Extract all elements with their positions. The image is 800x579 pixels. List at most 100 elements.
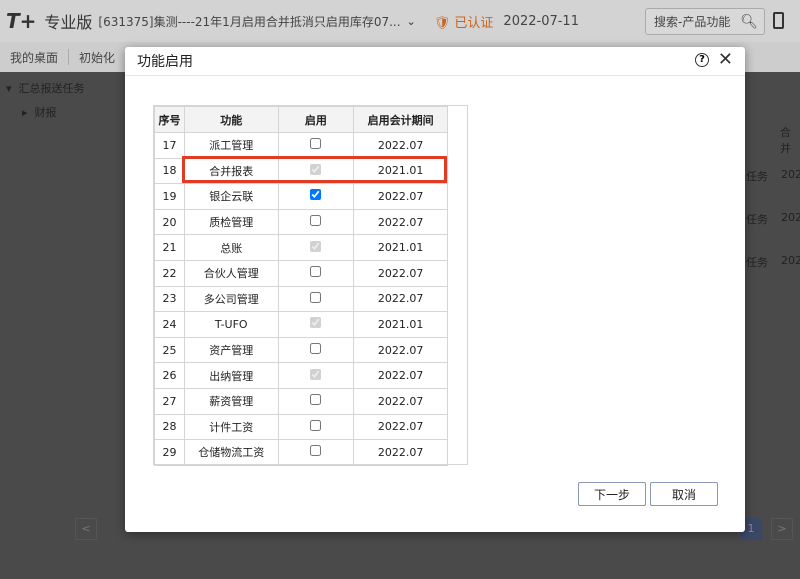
tree-label: 汇总报送任务 <box>18 82 85 95</box>
row-feature: T-UFO <box>183 311 279 338</box>
enable-checkbox[interactable] <box>310 189 322 201</box>
row-period: 2022.07 <box>353 439 448 466</box>
row-no: 21 <box>154 234 185 261</box>
row-period: 2022.07 <box>353 336 448 364</box>
tree-item[interactable]: ▸ 财报 <box>22 104 85 120</box>
app-logo: T+ <box>6 9 37 33</box>
row-enabled-cell <box>277 387 355 415</box>
row-no: 23 <box>154 285 185 313</box>
row-period: 2022.07 <box>353 208 448 236</box>
row-feature: 总账 <box>183 234 279 261</box>
table-row: 28 计件工资 2022.07 <box>154 413 448 441</box>
row-no: 28 <box>154 413 185 441</box>
search-input[interactable]: 搜索-产品功能 🔍︎ <box>645 8 765 35</box>
row-feature: 银企云联 <box>183 183 279 210</box>
table-row: 19 银企云联 2022.07 <box>154 183 448 210</box>
chevron-down-icon[interactable]: ⌄ <box>407 15 416 28</box>
table-row: 17 派工管理 2022.07 <box>154 132 448 159</box>
enable-checkbox[interactable] <box>310 419 322 431</box>
bg-cell: 2022 <box>781 254 800 267</box>
enable-checkbox <box>310 240 322 252</box>
enable-checkbox[interactable] <box>310 266 322 278</box>
row-period: 2022.07 <box>353 132 448 159</box>
search-icon[interactable]: 🔍︎ <box>740 14 758 30</box>
close-icon[interactable]: ✕ <box>718 49 733 70</box>
table-row: 26 出纳管理 2022.07 <box>154 362 448 389</box>
enable-checkbox[interactable] <box>310 215 322 227</box>
row-no: 22 <box>154 259 185 287</box>
enable-checkbox <box>310 368 322 380</box>
table-row: 27 薪资管理 2022.07 <box>154 387 448 415</box>
row-feature: 资产管理 <box>183 336 279 364</box>
table-row: 23 多公司管理 2022.07 <box>154 285 448 313</box>
tab-desktop[interactable]: 我的桌面 <box>0 49 68 66</box>
enable-checkbox <box>310 317 322 329</box>
tree-label: 财报 <box>34 106 57 119</box>
enable-checkbox[interactable] <box>310 445 322 457</box>
row-enabled-cell <box>277 285 355 313</box>
search-placeholder: 搜索-产品功能 <box>654 15 731 29</box>
row-no: 17 <box>154 132 185 159</box>
row-feature: 计件工资 <box>183 413 279 441</box>
edition-label: 专业版 <box>44 13 93 32</box>
row-enabled-cell <box>277 208 355 236</box>
row-enabled-cell <box>277 362 355 389</box>
phone-icon[interactable] <box>773 12 784 29</box>
row-enabled-cell <box>277 413 355 441</box>
bg-cell: 2022 <box>781 211 800 224</box>
tree-item[interactable]: ▾ 汇总报送任务 <box>6 80 85 96</box>
bg-cell: 任务 <box>746 213 768 226</box>
table-row: 25 资产管理 2022.07 <box>154 336 448 364</box>
row-no: 26 <box>154 362 185 389</box>
enable-checkbox[interactable] <box>310 291 322 303</box>
row-no: 20 <box>154 208 185 236</box>
enable-checkbox[interactable] <box>310 343 322 355</box>
row-enabled-cell <box>277 439 355 466</box>
top-bar: T+ 专业版 [631375]集测----21年1月启用合并抵消只启用库存07.… <box>0 0 800 42</box>
feature-enable-dialog: 功能启用 ? ✕ 序号 功能 启用 启用会计期间 17 派工管理 2022.07… <box>125 47 745 532</box>
row-feature: 仓储物流工资 <box>183 439 279 466</box>
row-feature: 合伙人管理 <box>183 259 279 287</box>
row-feature: 薪资管理 <box>183 387 279 415</box>
tab-init[interactable]: 初始化 <box>69 49 125 66</box>
task-tree: ▾ 汇总报送任务 ▸ 财报 <box>6 80 85 128</box>
cancel-button[interactable]: 取消 <box>650 482 718 506</box>
table-row: 29 仓储物流工资 2022.07 <box>154 439 448 466</box>
row-no: 25 <box>154 336 185 364</box>
row-feature: 出纳管理 <box>183 362 279 389</box>
table-row: 22 合伙人管理 2022.07 <box>154 259 448 287</box>
row-period: 2022.07 <box>353 285 448 313</box>
row-enabled-cell <box>277 132 355 159</box>
row-enabled-cell <box>277 336 355 364</box>
row-period: 2022.07 <box>353 259 448 287</box>
bg-cell: 2022 <box>781 168 800 181</box>
prev-page-button[interactable]: < <box>75 518 97 540</box>
col-header-no: 序号 <box>154 106 185 133</box>
enable-checkbox[interactable] <box>310 138 322 150</box>
table-row: 24 T-UFO 2021.01 <box>154 311 448 338</box>
row-period: 2021.01 <box>353 234 448 261</box>
account-selector[interactable]: [631375]集测----21年1月启用合并抵消只启用库存07... <box>98 13 400 30</box>
certified-label: 已认证 <box>454 15 494 31</box>
row-enabled-cell <box>277 259 355 287</box>
highlight-box <box>182 156 447 183</box>
next-step-button[interactable]: 下一步 <box>578 482 646 506</box>
col-header-enabled: 启用 <box>277 106 355 133</box>
col-header-feature: 功能 <box>183 106 279 133</box>
row-enabled-cell <box>277 234 355 261</box>
row-feature: 派工管理 <box>183 132 279 159</box>
row-no: 19 <box>154 183 185 210</box>
help-icon[interactable]: ? <box>695 53 709 67</box>
row-no: 27 <box>154 387 185 415</box>
col-header-period: 启用会计期间 <box>353 106 448 133</box>
row-no: 18 <box>154 157 185 185</box>
row-period: 2022.07 <box>353 362 448 389</box>
row-enabled-cell <box>277 183 355 210</box>
bg-column-header: 合并 <box>780 126 791 155</box>
next-page-button[interactable]: > <box>771 518 793 540</box>
row-no: 29 <box>154 439 185 466</box>
row-no: 24 <box>154 311 185 338</box>
enable-checkbox[interactable] <box>310 394 322 406</box>
row-enabled-cell <box>277 311 355 338</box>
row-feature: 质检管理 <box>183 208 279 236</box>
